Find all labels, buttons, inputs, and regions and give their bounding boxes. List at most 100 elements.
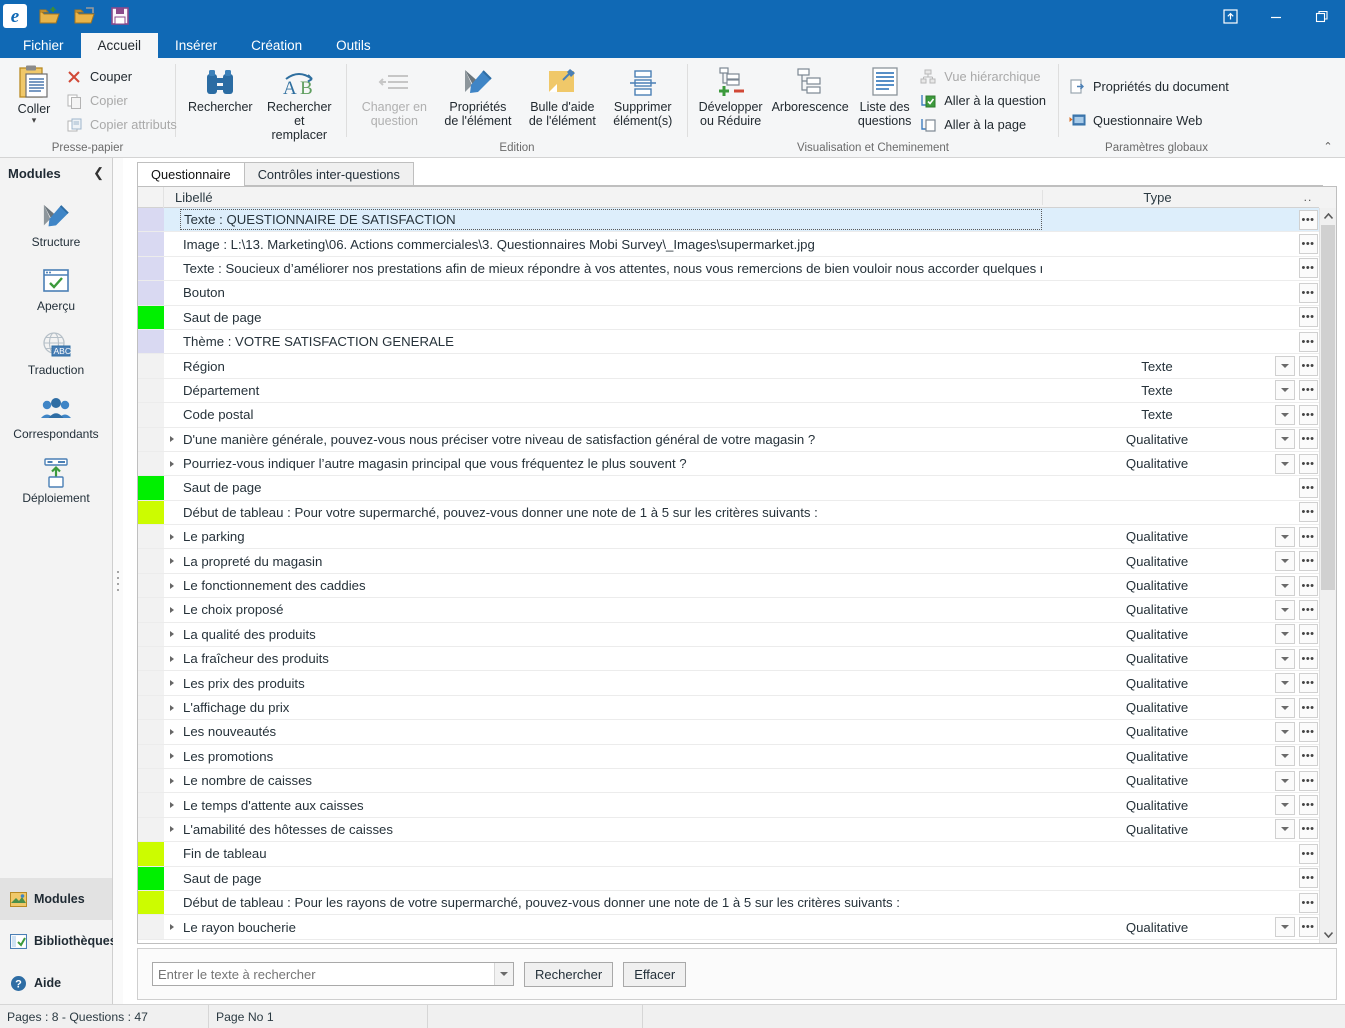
row-type[interactable]: Qualitative — [1042, 549, 1272, 572]
grid-row[interactable]: Pourriez-vous indiquer l’autre magasin p… — [138, 451, 1319, 477]
row-expand-icon[interactable] — [164, 428, 180, 451]
row-type-dropdown[interactable] — [1272, 623, 1297, 646]
row-libelle[interactable]: Saut de page — [180, 306, 1042, 329]
maximize-window-icon[interactable] — [1299, 0, 1345, 33]
cut-button[interactable]: Couper — [62, 66, 183, 88]
grid-row[interactable]: Saut de page ••• — [138, 305, 1319, 330]
row-expand-icon[interactable] — [164, 623, 180, 646]
row-libelle[interactable]: Texte : Soucieux d’améliorer nos prestat… — [180, 257, 1042, 280]
row-options-button[interactable]: ••• — [1297, 891, 1319, 914]
row-options-button[interactable]: ••• — [1297, 232, 1319, 255]
row-libelle[interactable]: D'une manière générale, pouvez-vous nous… — [180, 428, 1042, 451]
ribbon-tab-accueil[interactable]: Accueil — [80, 33, 159, 58]
ribbon-tab-outils[interactable]: Outils — [319, 33, 388, 58]
row-type-dropdown[interactable] — [1272, 793, 1297, 816]
grid-row[interactable]: La propreté du magasin Qualitative ••• — [138, 549, 1319, 574]
grid-row[interactable]: Le parking Qualitative ••• — [138, 525, 1319, 550]
row-type[interactable] — [1042, 208, 1272, 231]
row-expand-icon[interactable] — [164, 915, 180, 938]
row-type[interactable] — [1042, 842, 1272, 865]
grid-row[interactable]: Le choix proposé Qualitative ••• — [138, 598, 1319, 623]
aller-question-button[interactable]: Aller à la question — [916, 90, 1052, 112]
row-type-dropdown[interactable] — [1272, 574, 1297, 597]
row-options-button[interactable]: ••• — [1297, 793, 1319, 816]
row-type[interactable]: Qualitative — [1042, 428, 1272, 451]
grid-row[interactable]: Le fonctionnement des caddies Qualitative… — [138, 573, 1319, 599]
proprietes-document-button[interactable]: Propriétés du document — [1065, 76, 1235, 98]
row-type[interactable] — [1042, 306, 1272, 329]
row-options-button[interactable]: ••• — [1297, 428, 1319, 451]
row-expand-icon[interactable] — [164, 769, 180, 792]
row-options-button[interactable]: ••• — [1297, 818, 1319, 841]
row-type[interactable]: Qualitative — [1042, 720, 1272, 743]
ribbon-collapse-button[interactable]: ⌃ — [1317, 137, 1339, 155]
row-type[interactable] — [1042, 257, 1272, 280]
row-type[interactable] — [1042, 867, 1272, 890]
row-options-button[interactable]: ••• — [1297, 720, 1319, 743]
ribbon-tab-inserer[interactable]: Insérer — [158, 33, 234, 58]
row-type[interactable]: Qualitative — [1042, 745, 1272, 768]
row-type[interactable]: Qualitative — [1042, 671, 1272, 694]
row-type-dropdown[interactable] — [1272, 696, 1297, 719]
search-combo[interactable] — [152, 962, 514, 986]
row-libelle[interactable]: Image : L:\13. Marketing\06. Actions com… — [180, 232, 1042, 255]
row-type-dropdown[interactable] — [1272, 452, 1297, 475]
grid-row[interactable]: Fin de tableau ••• — [138, 842, 1319, 867]
row-libelle[interactable]: Région — [180, 354, 1042, 377]
row-options-button[interactable]: ••• — [1297, 647, 1319, 670]
grid-vertical-scrollbar[interactable] — [1319, 208, 1336, 943]
paste-button[interactable]: Coller ▾ — [6, 62, 62, 125]
row-libelle[interactable]: Le fonctionnement des caddies — [180, 574, 1042, 597]
row-type[interactable]: Qualitative — [1042, 598, 1272, 621]
grid-row[interactable]: Texte : Soucieux d’améliorer nos prestat… — [138, 256, 1319, 282]
tab-controles-inter-questions[interactable]: Contrôles inter-questions — [243, 162, 414, 186]
developper-reduire-button[interactable]: Développer ou Réduire — [694, 62, 767, 130]
row-libelle[interactable]: Le nombre de caisses — [180, 769, 1042, 792]
row-options-button[interactable]: ••• — [1297, 549, 1319, 572]
row-expand-icon[interactable] — [164, 452, 180, 475]
tab-questionnaire[interactable]: Questionnaire — [137, 162, 245, 186]
row-expand-icon[interactable] — [164, 671, 180, 694]
sidebar-nav-aide[interactable]: ? Aide — [0, 962, 112, 1004]
row-type[interactable]: Qualitative — [1042, 452, 1272, 475]
grid-row[interactable]: Les nouveautés Qualitative ••• — [138, 720, 1319, 745]
row-type[interactable]: Qualitative — [1042, 623, 1272, 646]
grid-row[interactable]: Début de tableau : Pour les rayons de vo… — [138, 890, 1319, 916]
row-type-dropdown[interactable] — [1272, 647, 1297, 670]
sidebar-item-deploiement[interactable]: Déploiement — [0, 450, 112, 514]
rechercher-remplacer-button[interactable]: A B Rechercher et remplacer — [259, 62, 340, 144]
sidebar-item-structure[interactable]: Structure — [0, 194, 112, 258]
row-libelle[interactable]: Les promotions — [180, 745, 1042, 768]
row-type-dropdown[interactable] — [1272, 745, 1297, 768]
grid-header-libelle[interactable]: Libellé — [164, 190, 1042, 205]
open-icon[interactable] — [37, 3, 63, 29]
grid-row[interactable]: Texte : QUESTIONNAIRE DE SATISFACTION ••• — [138, 208, 1319, 233]
grid-row[interactable]: Saut de page ••• — [138, 866, 1319, 891]
scrollbar-track[interactable] — [1320, 225, 1336, 926]
row-type[interactable]: Qualitative — [1042, 818, 1272, 841]
row-type[interactable]: Qualitative — [1042, 647, 1272, 670]
arborescence-button[interactable]: Arborescence — [767, 62, 853, 116]
row-expand-icon[interactable] — [164, 574, 180, 597]
grid-row[interactable]: Les promotions Qualitative ••• — [138, 744, 1319, 769]
row-expand-icon[interactable] — [164, 696, 180, 719]
open-recent-icon[interactable] — [72, 3, 98, 29]
collapse-sidebar-icon[interactable]: ❮ — [93, 165, 104, 181]
row-type-dropdown[interactable] — [1272, 598, 1297, 621]
proprietes-element-button[interactable]: Propriétés de l'élément — [438, 62, 517, 130]
grid-row[interactable]: Image : L:\13. Marketing\06. Actions com… — [138, 232, 1319, 257]
row-expand-icon[interactable] — [164, 647, 180, 670]
row-options-button[interactable]: ••• — [1297, 769, 1319, 792]
row-options-button[interactable]: ••• — [1297, 745, 1319, 768]
save-icon[interactable] — [107, 3, 133, 29]
grid-header-options[interactable]: .. — [1297, 190, 1319, 204]
row-options-button[interactable]: ••• — [1297, 574, 1319, 597]
grid-row[interactable]: Code postal Texte ••• — [138, 403, 1319, 428]
bulle-aide-button[interactable]: Bulle d'aide de l'élément — [523, 62, 602, 130]
copy-button[interactable]: Copier — [62, 90, 183, 112]
row-type[interactable] — [1042, 891, 1272, 914]
row-type-dropdown[interactable] — [1272, 354, 1297, 377]
row-type-dropdown[interactable] — [1272, 428, 1297, 451]
restore-window-icon[interactable] — [1207, 0, 1253, 33]
row-libelle[interactable]: Saut de page — [180, 867, 1042, 890]
